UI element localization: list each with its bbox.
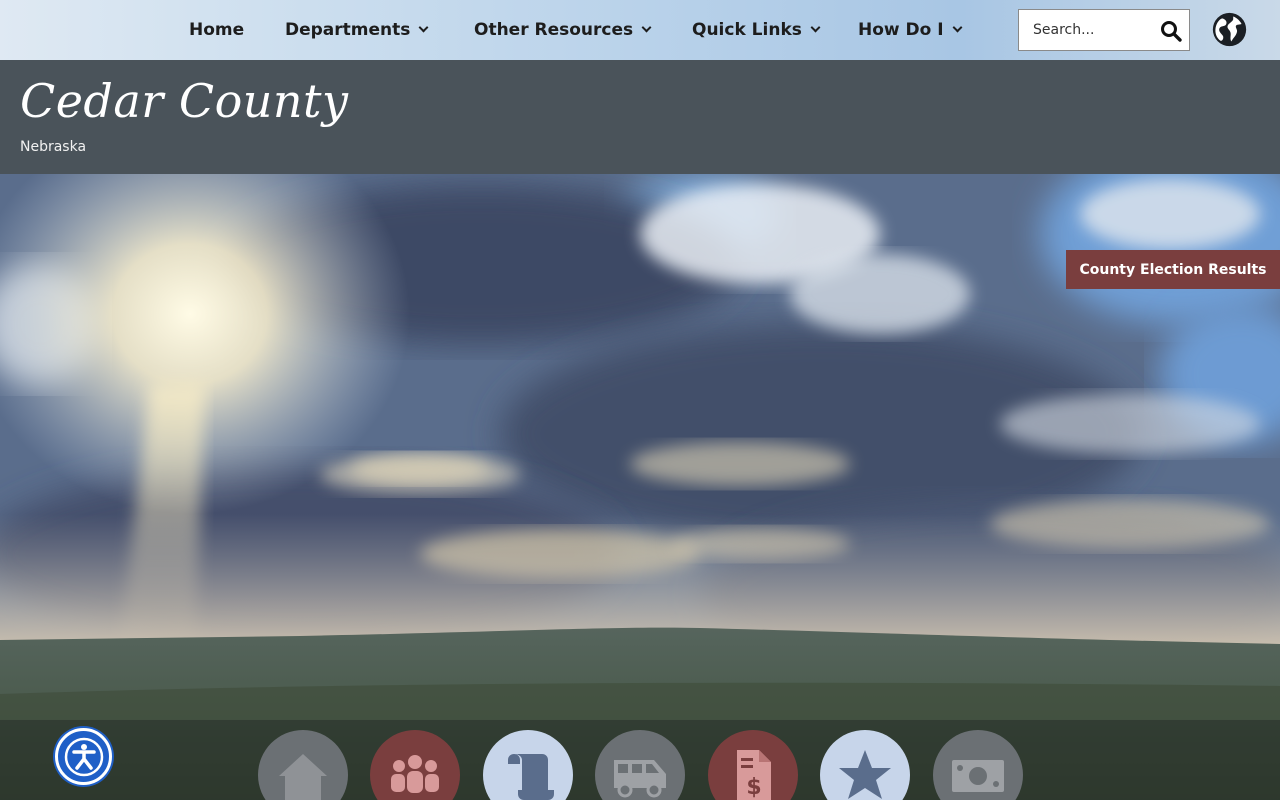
chevron-down-icon bbox=[952, 22, 963, 33]
scroll-icon bbox=[508, 754, 554, 800]
nav-how-do-i[interactable]: How Do I bbox=[858, 18, 963, 42]
top-navigation: Home Departments Other Resources Quick L… bbox=[0, 0, 1280, 60]
site-subtitle: Nebraska bbox=[20, 139, 87, 155]
chevron-down-icon bbox=[418, 22, 429, 33]
nav-home-label: Home bbox=[189, 20, 245, 40]
accessibility-button[interactable] bbox=[55, 728, 112, 785]
county-election-results-button[interactable]: County Election Results bbox=[1066, 250, 1280, 289]
nav-other-resources-label: Other Resources bbox=[474, 20, 634, 40]
svg-text:$: $ bbox=[746, 775, 761, 800]
site-title[interactable]: Cedar County bbox=[20, 74, 349, 128]
chevron-down-icon bbox=[641, 22, 652, 33]
home-icon bbox=[279, 754, 327, 800]
site-header: Cedar County Nebraska bbox=[0, 60, 1280, 174]
search-input[interactable] bbox=[1019, 11, 1149, 49]
search-box bbox=[1018, 9, 1190, 51]
nav-quick-links[interactable]: Quick Links bbox=[692, 18, 821, 42]
van-icon bbox=[614, 760, 666, 798]
hero-image: County Election Results bbox=[0, 174, 1280, 800]
nav-departments[interactable]: Departments bbox=[285, 18, 429, 42]
invoice-dollar-icon: $ bbox=[737, 750, 771, 800]
people-group-icon bbox=[391, 755, 439, 793]
globe-icon[interactable] bbox=[1211, 11, 1248, 48]
nav-other-resources[interactable]: Other Resources bbox=[474, 18, 652, 42]
nav-departments-label: Departments bbox=[285, 20, 411, 40]
money-bill-icon bbox=[952, 760, 1004, 792]
nav-quick-links-label: Quick Links bbox=[692, 20, 802, 40]
search-icon[interactable] bbox=[1159, 19, 1183, 43]
accessibility-icon bbox=[64, 737, 103, 776]
nav-how-do-i-label: How Do I bbox=[858, 20, 944, 40]
star-icon bbox=[839, 750, 891, 799]
chevron-down-icon bbox=[810, 22, 821, 33]
nav-home[interactable]: Home bbox=[189, 18, 244, 42]
